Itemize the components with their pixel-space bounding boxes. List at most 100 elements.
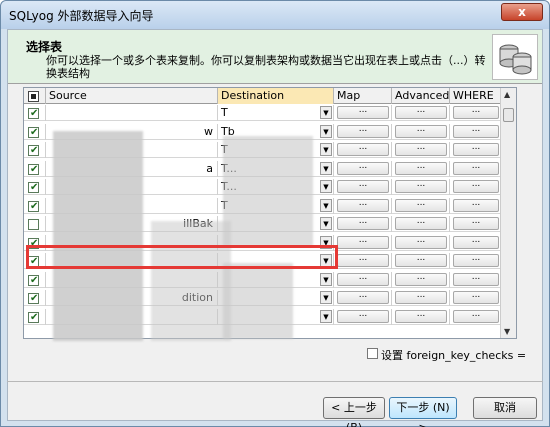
map-button[interactable]: ... bbox=[337, 217, 389, 230]
row-checkbox[interactable] bbox=[28, 162, 39, 177]
row-checkbox[interactable] bbox=[28, 219, 39, 230]
advanced-button[interactable]: ... bbox=[395, 217, 447, 230]
advanced-button[interactable]: ... bbox=[395, 291, 447, 304]
where-button[interactable]: ... bbox=[453, 254, 499, 267]
map-cell: ... bbox=[334, 160, 392, 177]
vertical-scrollbar[interactable]: ▲ ▼ bbox=[500, 88, 516, 338]
dropdown-arrow-icon[interactable]: ▼ bbox=[320, 198, 332, 212]
advanced-button[interactable]: ... bbox=[395, 235, 447, 249]
map-button[interactable]: ... bbox=[337, 291, 389, 304]
destination-cell[interactable]: T▼ bbox=[218, 105, 334, 121]
where-button[interactable]: ... bbox=[453, 124, 499, 138]
advanced-button[interactable]: ... bbox=[395, 124, 447, 138]
map-button[interactable]: ... bbox=[337, 124, 389, 138]
row-checkbox[interactable] bbox=[28, 199, 39, 214]
where-button[interactable]: ... bbox=[453, 143, 499, 156]
row-checkbox-cell[interactable] bbox=[24, 290, 46, 306]
column-advanced[interactable]: Advanced bbox=[392, 88, 450, 104]
dropdown-arrow-icon[interactable]: ▼ bbox=[320, 143, 332, 156]
column-destination[interactable]: Destination bbox=[218, 88, 334, 104]
dropdown-arrow-icon[interactable]: ▼ bbox=[320, 309, 332, 323]
where-button[interactable]: ... bbox=[453, 291, 499, 304]
dropdown-arrow-icon[interactable]: ▼ bbox=[320, 161, 332, 175]
row-checkbox-cell[interactable] bbox=[24, 179, 46, 195]
scroll-down-icon[interactable]: ▼ bbox=[504, 327, 510, 336]
row-checkbox-cell[interactable] bbox=[24, 123, 46, 140]
where-button[interactable]: ... bbox=[453, 272, 499, 286]
advanced-cell: ... bbox=[392, 253, 450, 269]
map-cell: ... bbox=[334, 253, 392, 269]
row-checkbox-cell[interactable] bbox=[24, 308, 46, 325]
back-button[interactable]: < 上一步 (B) bbox=[323, 397, 385, 427]
where-button[interactable]: ... bbox=[453, 309, 499, 323]
map-button[interactable]: ... bbox=[337, 272, 389, 286]
scroll-up-icon[interactable]: ▲ bbox=[504, 90, 510, 99]
where-button[interactable]: ... bbox=[453, 180, 499, 193]
footer-divider bbox=[7, 381, 543, 382]
map-cell: ... bbox=[334, 105, 392, 121]
row-checkbox-cell[interactable] bbox=[24, 197, 46, 214]
where-button[interactable]: ... bbox=[453, 235, 499, 249]
column-where[interactable]: WHERE bbox=[450, 88, 502, 104]
map-button[interactable]: ... bbox=[337, 161, 389, 175]
row-checkbox[interactable] bbox=[28, 273, 39, 288]
dropdown-arrow-icon[interactable]: ▼ bbox=[320, 217, 332, 230]
dropdown-arrow-icon[interactable]: ▼ bbox=[320, 106, 332, 119]
dropdown-arrow-icon[interactable]: ▼ bbox=[320, 180, 332, 193]
dropdown-arrow-icon[interactable]: ▼ bbox=[320, 272, 332, 286]
row-checkbox[interactable] bbox=[28, 143, 39, 158]
row-checkbox-cell[interactable] bbox=[24, 271, 46, 288]
map-button[interactable]: ... bbox=[337, 143, 389, 156]
next-button[interactable]: 下一步 (N) > bbox=[389, 397, 457, 427]
foreign-key-checks-option[interactable]: 设置 foreign_key_checks = bbox=[367, 347, 526, 363]
advanced-button[interactable]: ... bbox=[395, 198, 447, 212]
map-button[interactable]: ... bbox=[337, 180, 389, 193]
row-checkbox[interactable] bbox=[28, 310, 39, 325]
advanced-cell: ... bbox=[392, 142, 450, 158]
cancel-button[interactable]: 取消 bbox=[473, 397, 537, 419]
advanced-button[interactable]: ... bbox=[395, 272, 447, 286]
row-checkbox-cell[interactable] bbox=[24, 160, 46, 177]
row-checkbox[interactable] bbox=[28, 291, 39, 306]
where-cell: ... bbox=[450, 216, 502, 232]
dropdown-arrow-icon[interactable]: ▼ bbox=[320, 291, 332, 304]
advanced-button[interactable]: ... bbox=[395, 143, 447, 156]
map-cell: ... bbox=[334, 197, 392, 214]
advanced-button[interactable]: ... bbox=[395, 161, 447, 175]
map-button[interactable]: ... bbox=[337, 198, 389, 212]
row-checkbox-cell[interactable] bbox=[24, 142, 46, 158]
destination-value: T bbox=[221, 106, 228, 119]
advanced-button[interactable]: ... bbox=[395, 254, 447, 267]
advanced-cell: ... bbox=[392, 271, 450, 288]
where-cell: ... bbox=[450, 308, 502, 325]
row-checkbox[interactable] bbox=[28, 106, 39, 121]
advanced-button[interactable]: ... bbox=[395, 180, 447, 193]
map-button[interactable]: ... bbox=[337, 309, 389, 323]
column-map[interactable]: Map bbox=[334, 88, 392, 104]
advanced-button[interactable]: ... bbox=[395, 309, 447, 323]
map-button[interactable]: ... bbox=[337, 106, 389, 119]
table-row[interactable]: T▼......... bbox=[24, 105, 516, 121]
where-button[interactable]: ... bbox=[453, 161, 499, 175]
foreign-key-label: 设置 foreign_key_checks = bbox=[381, 349, 527, 362]
select-all-checkbox[interactable] bbox=[24, 88, 46, 104]
where-button[interactable]: ... bbox=[453, 198, 499, 212]
row-checkbox-cell[interactable] bbox=[24, 105, 46, 121]
advanced-cell: ... bbox=[392, 216, 450, 232]
where-button[interactable]: ... bbox=[453, 106, 499, 119]
map-button[interactable]: ... bbox=[337, 235, 389, 249]
row-checkbox[interactable] bbox=[28, 125, 39, 140]
close-button[interactable]: x bbox=[501, 3, 543, 21]
dropdown-arrow-icon[interactable]: ▼ bbox=[320, 124, 332, 138]
foreign-key-checkbox[interactable] bbox=[367, 348, 378, 359]
map-button[interactable]: ... bbox=[337, 254, 389, 267]
grid-header: Source Destination Map Advanced WHERE bbox=[24, 88, 516, 104]
map-cell: ... bbox=[334, 123, 392, 140]
advanced-button[interactable]: ... bbox=[395, 106, 447, 119]
row-checkbox[interactable] bbox=[28, 180, 39, 195]
where-button[interactable]: ... bbox=[453, 217, 499, 230]
scroll-thumb[interactable] bbox=[503, 108, 514, 122]
column-source[interactable]: Source bbox=[46, 88, 218, 104]
row-checkbox-cell[interactable] bbox=[24, 216, 46, 232]
redaction-overlay bbox=[223, 136, 313, 246]
